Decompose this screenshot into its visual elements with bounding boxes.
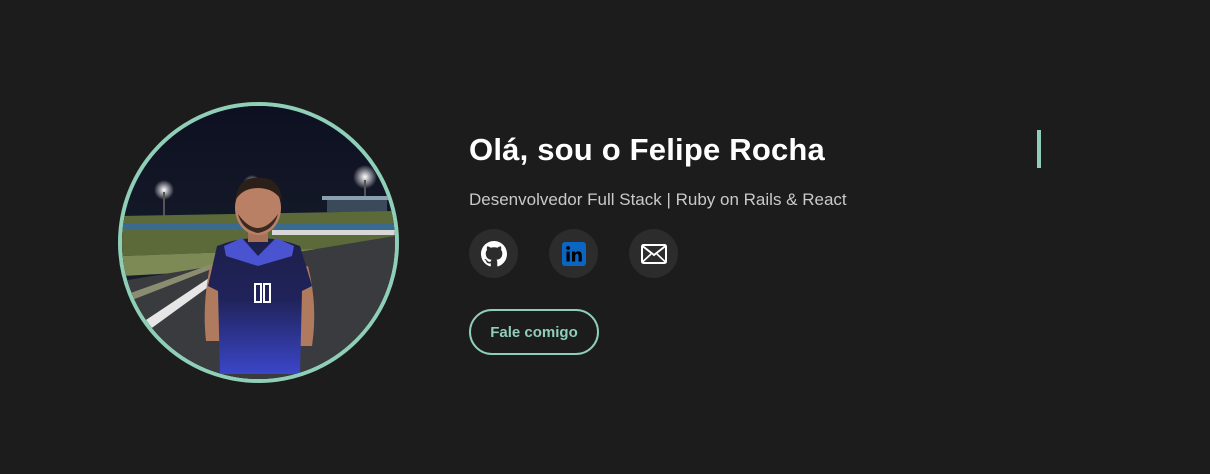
hero-content: Olá, sou o Felipe Rocha Desenvolvedor Fu… (469, 128, 1049, 355)
contact-button[interactable]: Fale comigo (469, 309, 599, 355)
hero-subtitle: Desenvolvedor Full Stack | Ruby on Rails… (469, 190, 847, 209)
github-link[interactable] (469, 229, 518, 278)
hero-section: Olá, sou o Felipe Rocha Desenvolvedor Fu… (0, 0, 1210, 474)
github-icon (480, 240, 507, 266)
linkedin-icon (561, 241, 586, 266)
hero-title: Olá, sou o Felipe Rocha (469, 132, 825, 167)
social-links (469, 229, 1049, 278)
email-link[interactable] (629, 229, 678, 278)
linkedin-link[interactable] (549, 229, 598, 278)
mail-icon (640, 243, 667, 264)
profile-photo (122, 106, 395, 379)
typing-caret (1037, 130, 1041, 168)
profile-avatar (118, 102, 399, 383)
